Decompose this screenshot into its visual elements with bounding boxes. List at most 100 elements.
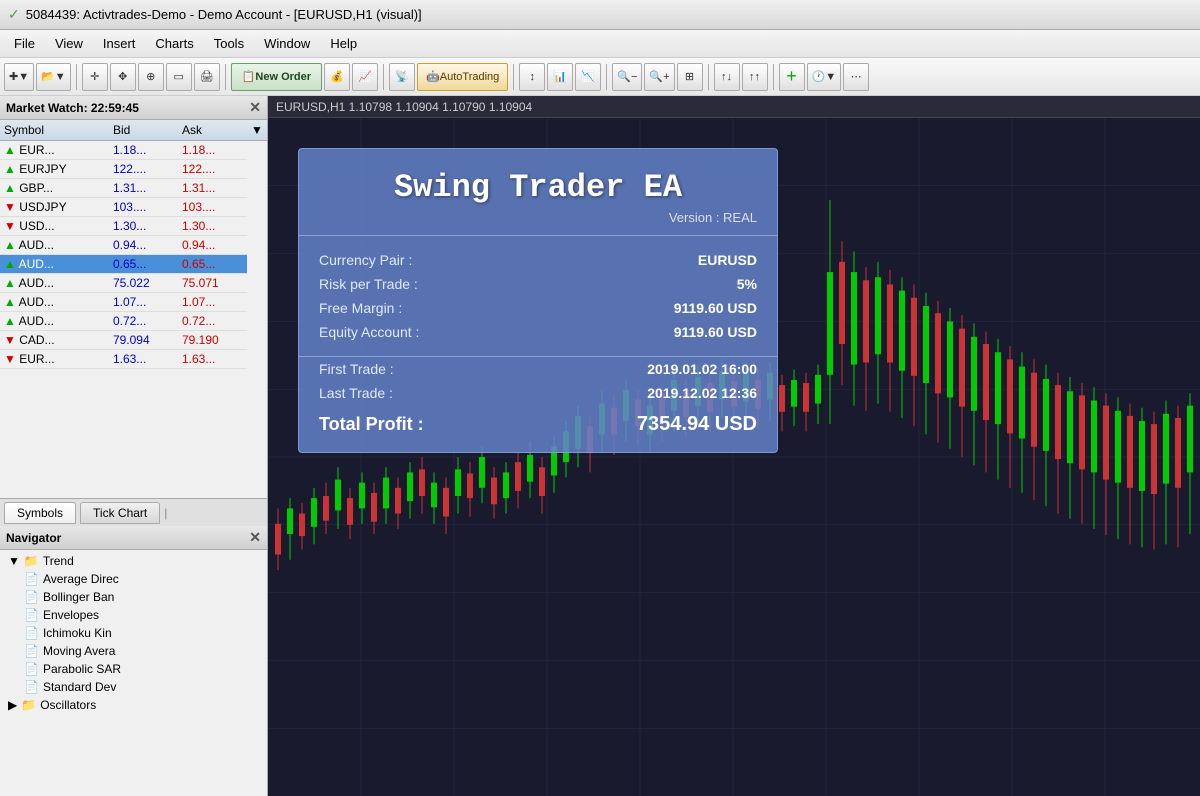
toolbar-chart2[interactable]: 📊 <box>547 63 573 91</box>
toolbar-trade1[interactable]: 💰 <box>324 63 350 91</box>
toolbar-sep-7 <box>773 64 774 90</box>
toolbar: ✚▼ 📂▼ ✛ ✥ ⊕ ▭ 🖨 📋 New Order 💰 📈 📡 🤖 Auto… <box>0 58 1200 96</box>
symbol-name: ▼ USDJPY <box>0 198 109 217</box>
folder-icon: 📁 <box>24 554 39 568</box>
market-watch-row[interactable]: ▼ USDJPY 103.... 103.... <box>0 198 267 217</box>
nav-tree: ▼ 📁 Trend 📄 Average Direc 📄 Bollinger Ba… <box>0 550 267 716</box>
col-ask: Ask <box>178 120 247 141</box>
chart-header: EURUSD,H1 1.10798 1.10904 1.10790 1.1090… <box>268 96 1200 118</box>
nav-parabolic-label: Parabolic SAR <box>43 662 121 676</box>
tab-symbols[interactable]: Symbols <box>4 502 76 524</box>
bid-value: 1.18... <box>109 141 178 160</box>
indicator-icon-7: 📄 <box>24 680 39 694</box>
ea-info-row: Free Margin : 9119.60 USD <box>319 296 757 320</box>
nav-parabolic[interactable]: 📄 Parabolic SAR <box>0 660 267 678</box>
toolbar-new[interactable]: ✚▼ <box>4 63 34 91</box>
toolbar-period1[interactable]: ↑↓ <box>714 63 740 91</box>
main-layout: Market Watch: 22:59:45 ✕ Symbol Bid Ask … <box>0 96 1200 796</box>
market-watch-row[interactable]: ▲ AUD... 0.72... 0.72... <box>0 312 267 331</box>
toolbar-trade2[interactable]: 📈 <box>352 63 378 91</box>
toolbar-more[interactable]: ⋯ <box>843 63 869 91</box>
menu-tools[interactable]: Tools <box>204 33 254 54</box>
nav-avg-direc[interactable]: 📄 Average Direc <box>0 570 267 588</box>
navigator-title: Navigator <box>6 531 61 545</box>
autotrading-label: AutoTrading <box>440 71 500 83</box>
nav-envelopes[interactable]: 📄 Envelopes <box>0 606 267 624</box>
ea-row-value: 9119.60 USD <box>674 324 757 340</box>
indicator-icon: 📄 <box>24 572 39 586</box>
nav-oscillators-folder[interactable]: ▶ 📁 Oscillators <box>0 696 267 714</box>
ea-info-row: Risk per Trade : 5% <box>319 272 757 296</box>
toolbar-rect[interactable]: ▭ <box>166 63 192 91</box>
toolbar-zoom-out[interactable]: 🔍− <box>612 63 642 91</box>
menu-bar: File View Insert Charts Tools Window Hel… <box>0 30 1200 58</box>
market-watch-row[interactable]: ▼ USD... 1.30... 1.30... <box>0 217 267 236</box>
new-order-button[interactable]: 📋 New Order <box>231 63 322 91</box>
toolbar-sep-5 <box>606 64 607 90</box>
toolbar-chart1[interactable]: ↕ <box>519 63 545 91</box>
ea-profit-value: 7354.94 USD <box>637 413 757 436</box>
toolbar-crosshair[interactable]: ✛ <box>82 63 108 91</box>
chart-area[interactable]: EURUSD,H1 1.10798 1.10904 1.10790 1.1090… <box>268 96 1200 796</box>
arrow-up-icon: ▲ <box>4 143 16 157</box>
bid-value: 103.... <box>109 198 178 217</box>
indicator-icon-3: 📄 <box>24 608 39 622</box>
autotrading-button[interactable]: 🤖 AutoTrading <box>417 63 508 91</box>
toolbar-open[interactable]: 📂▼ <box>36 63 71 91</box>
nav-moving-avg-label: Moving Avera <box>43 644 116 658</box>
arrow-down-icon: ▼ <box>4 219 16 233</box>
toolbar-radio[interactable]: 📡 <box>389 63 415 91</box>
nav-ichimoku[interactable]: 📄 Ichimoku Kin <box>0 624 267 642</box>
market-watch-row[interactable]: ▲ AUD... 75.022 75.071 <box>0 274 267 293</box>
market-watch-row[interactable]: ▲ AUD... 1.07... 1.07... <box>0 293 267 312</box>
toolbar-zoomin[interactable]: ⊕ <box>138 63 164 91</box>
col-symbol: Symbol <box>0 120 109 141</box>
menu-charts[interactable]: Charts <box>145 33 203 54</box>
market-watch-row[interactable]: ▲ AUD... 0.65... 0.65... <box>0 255 267 274</box>
bid-value: 0.65... <box>109 255 178 274</box>
nav-bollinger[interactable]: 📄 Bollinger Ban <box>0 588 267 606</box>
chart-canvas[interactable]: Swing Trader EA Version : REAL Currency … <box>268 118 1200 796</box>
toolbar-sep-6 <box>708 64 709 90</box>
ea-version: Version : REAL <box>319 210 757 225</box>
market-watch-row[interactable]: ▼ CAD... 79.094 79.190 <box>0 331 267 350</box>
tab-tick-chart[interactable]: Tick Chart <box>80 502 160 524</box>
ask-value: 0.72... <box>178 312 247 331</box>
symbol-name: ▼ CAD... <box>0 331 109 350</box>
toolbar-period2[interactable]: ↑↑ <box>742 63 768 91</box>
market-watch-row[interactable]: ▲ AUD... 0.94... 0.94... <box>0 236 267 255</box>
toolbar-clock[interactable]: 🕐▼ <box>807 63 842 91</box>
col-sort[interactable]: ▼ <box>247 120 267 141</box>
toolbar-move[interactable]: ✥ <box>110 63 136 91</box>
app-icon: ✓ <box>8 6 20 23</box>
market-watch-row[interactable]: ▲ EURJPY 122.... 122.... <box>0 160 267 179</box>
nav-ichimoku-label: Ichimoku Kin <box>43 626 112 640</box>
ea-row-value: 5% <box>737 276 757 292</box>
ask-value: 0.65... <box>178 255 247 274</box>
market-watch-row[interactable]: ▼ EUR... 1.63... 1.63... <box>0 350 267 369</box>
market-watch-row[interactable]: ▲ EUR... 1.18... 1.18... <box>0 141 267 160</box>
menu-help[interactable]: Help <box>320 33 367 54</box>
toolbar-window-tile[interactable]: ⊞ <box>677 63 703 91</box>
navigator-close[interactable]: ✕ <box>249 529 261 546</box>
arrow-up-icon: ▲ <box>4 181 16 195</box>
ask-value: 122.... <box>178 160 247 179</box>
nav-moving-avg[interactable]: 📄 Moving Avera <box>0 642 267 660</box>
toolbar-chart3[interactable]: 📉 <box>575 63 601 91</box>
bid-value: 1.31... <box>109 179 178 198</box>
menu-file[interactable]: File <box>4 33 45 54</box>
symbol-name: ▲ AUD... <box>0 312 109 331</box>
market-watch-close[interactable]: ✕ <box>249 99 261 116</box>
toolbar-zoom-in[interactable]: 🔍+ <box>644 63 674 91</box>
menu-view[interactable]: View <box>45 33 93 54</box>
market-watch-row[interactable]: ▲ GBP... 1.31... 1.31... <box>0 179 267 198</box>
nav-bollinger-label: Bollinger Ban <box>43 590 114 604</box>
nav-std-dev[interactable]: 📄 Standard Dev <box>0 678 267 696</box>
menu-insert[interactable]: Insert <box>93 33 146 54</box>
toolbar-green-plus[interactable]: + <box>779 63 805 91</box>
toolbar-print[interactable]: 🖨 <box>194 63 220 91</box>
toolbar-sep-4 <box>513 64 514 90</box>
nav-trend-folder[interactable]: ▼ 📁 Trend <box>0 552 267 570</box>
menu-window[interactable]: Window <box>254 33 320 54</box>
symbol-name: ▲ EURJPY <box>0 160 109 179</box>
